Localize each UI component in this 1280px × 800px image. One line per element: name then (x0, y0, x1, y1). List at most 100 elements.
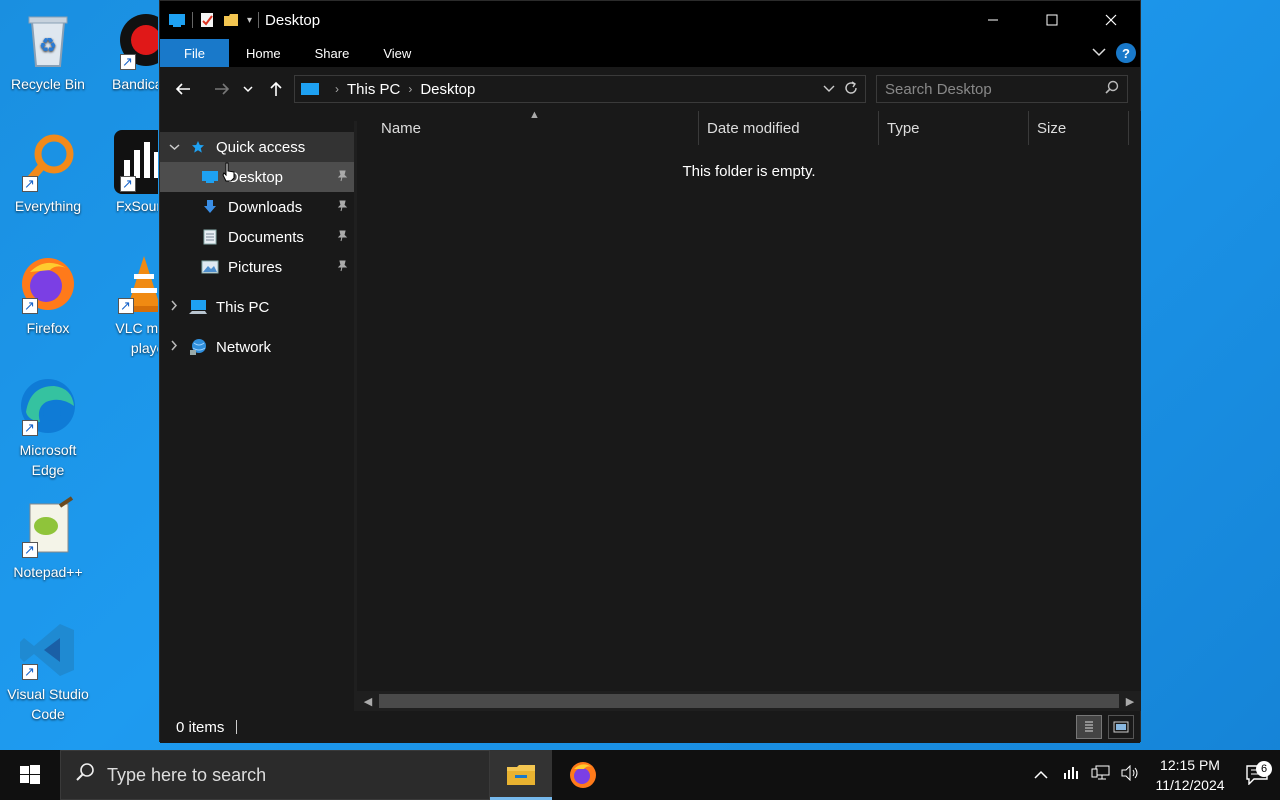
column-header-type[interactable]: Type (879, 111, 1029, 145)
scroll-left-icon[interactable]: ◀ (357, 695, 379, 708)
expand-ribbon-chevron-icon[interactable] (1092, 44, 1106, 62)
pin-icon[interactable] (336, 170, 348, 185)
tab-share[interactable]: Share (298, 39, 367, 67)
refresh-icon[interactable] (843, 80, 859, 99)
desktop-icon-label: Notepad++ (13, 564, 83, 580)
expand-chevron-right-icon[interactable] (160, 300, 188, 314)
maximize-icon (1046, 14, 1057, 26)
up-button[interactable] (261, 74, 291, 104)
address-history-chevron-icon[interactable] (823, 80, 835, 99)
pin-icon[interactable] (336, 200, 348, 215)
desktop-icon-vscode[interactable]: Visual Studio Code (0, 618, 96, 724)
window-controls (963, 1, 1140, 39)
horizontal-scrollbar[interactable]: ◀ ▶ (357, 691, 1141, 711)
help-button[interactable]: ? (1116, 43, 1136, 63)
properties-icon[interactable] (199, 12, 217, 28)
new-folder-icon[interactable] (223, 12, 241, 28)
address-bar[interactable]: › This PC › Desktop (294, 75, 866, 103)
expand-chevron-down-icon[interactable] (160, 140, 188, 154)
desktop-icon-label: FxSound (116, 198, 158, 214)
desktop-icon-label: Everything (14, 198, 82, 214)
breadcrumb-separator[interactable]: › (408, 82, 412, 96)
details-view-icon (1085, 721, 1093, 732)
back-arrow-icon (175, 83, 190, 95)
breadcrumb-this-pc[interactable]: This PC (347, 81, 400, 98)
tree-item-label: Documents (228, 228, 304, 246)
title-bar[interactable]: ▾ Desktop (160, 1, 1140, 39)
scroll-right-icon[interactable]: ▶ (1119, 695, 1141, 708)
file-list-area[interactable]: ▲ Name Date modified Type Size This fold… (357, 109, 1141, 711)
volume-icon[interactable] (1116, 764, 1146, 785)
network-status-icon[interactable] (1086, 765, 1116, 785)
ribbon-right-controls: ? (1092, 43, 1136, 63)
column-label: Size (1037, 119, 1067, 137)
breadcrumb-desktop[interactable]: Desktop (420, 81, 475, 98)
details-view-button[interactable] (1076, 715, 1102, 739)
column-header-date-modified[interactable]: Date modified (699, 111, 879, 145)
tree-item-desktop[interactable]: Desktop (160, 162, 354, 192)
window-title: Desktop (265, 11, 321, 29)
system-tray: 12:15 PM 11/12/2024 6 (1026, 750, 1280, 800)
column-header-name[interactable]: Name (373, 111, 699, 145)
expand-chevron-right-icon[interactable] (160, 340, 188, 354)
minimize-button[interactable] (963, 1, 1022, 39)
desktop-icon-bandicam[interactable]: Bandicam (96, 8, 158, 94)
pin-icon[interactable] (336, 230, 348, 245)
column-header-size[interactable]: Size (1029, 111, 1129, 145)
tree-item-network[interactable]: Network (160, 332, 354, 362)
tab-view[interactable]: View (366, 39, 428, 67)
taskbar-search-box[interactable]: Type here to search (60, 750, 490, 800)
close-button[interactable] (1081, 1, 1140, 39)
taskbar-firefox[interactable] (552, 750, 614, 800)
tree-item-quick-access[interactable]: Quick access (160, 132, 354, 162)
desktop-icon-label: Bandicam (112, 76, 158, 92)
clock-time: 12:15 PM (1160, 757, 1220, 773)
search-box[interactable]: Search Desktop (876, 75, 1128, 103)
start-button[interactable] (0, 750, 60, 800)
clock-date: 11/12/2024 (1155, 777, 1225, 793)
desktop-icon-vlc[interactable]: VLC media player (96, 252, 158, 358)
taskbar-file-explorer[interactable] (490, 750, 552, 800)
tree-item-downloads[interactable]: Downloads (160, 192, 354, 222)
back-button[interactable] (168, 74, 198, 104)
firefox-icon (16, 252, 80, 316)
large-icons-view-button[interactable] (1108, 715, 1134, 739)
customize-toolbar-dropdown-icon[interactable]: ▾ (247, 15, 252, 26)
file-explorer-window: ▾ Desktop File Home Share View ? › This … (159, 0, 1141, 743)
svg-text:♻: ♻ (39, 33, 57, 57)
window-app-icon[interactable] (168, 12, 186, 28)
desktop-icon-label: VLC media player (115, 320, 158, 356)
tree-item-pictures[interactable]: Pictures (160, 252, 354, 282)
tree-item-this-pc[interactable]: This PC (160, 292, 354, 322)
tab-home[interactable]: Home (229, 39, 298, 67)
scrollbar-thumb[interactable] (379, 694, 1119, 708)
fxsound-tray-icon[interactable] (1056, 766, 1086, 784)
tab-file[interactable]: File (160, 39, 229, 67)
recent-locations-button[interactable] (239, 74, 257, 104)
file-explorer-icon (507, 765, 535, 785)
tree-item-documents[interactable]: Documents (160, 222, 354, 252)
desktop-icon-label: Visual Studio Code (7, 686, 89, 722)
minimize-icon (987, 19, 998, 21)
desktop-icon-fxsound[interactable]: FxSound (96, 130, 158, 216)
desktop-icon-notepadpp[interactable]: Notepad++ (0, 496, 96, 582)
show-hidden-icons-chevron-icon[interactable] (1026, 767, 1056, 784)
toolbar-separator (258, 12, 260, 28)
fxsound-icon (114, 130, 158, 194)
forward-button[interactable] (207, 74, 237, 104)
desktop-icon-edge[interactable]: Microsoft Edge (0, 374, 96, 480)
shortcut-arrow-icon (22, 296, 38, 316)
document-icon (200, 229, 220, 245)
pin-icon[interactable] (336, 260, 348, 275)
desktop-icon-everything[interactable]: Everything (0, 130, 96, 216)
breadcrumb-separator[interactable]: › (335, 82, 339, 96)
shortcut-arrow-icon (22, 418, 38, 438)
item-count: 0 items (176, 718, 225, 736)
desktop-icon-label: Microsoft Edge (19, 442, 77, 478)
maximize-button[interactable] (1022, 1, 1081, 39)
clock[interactable]: 12:15 PM 11/12/2024 (1146, 755, 1234, 795)
action-center-button[interactable]: 6 (1234, 761, 1280, 785)
column-label: Date modified (707, 119, 800, 137)
desktop-icon-firefox[interactable]: Firefox (0, 252, 96, 338)
desktop-icon-recycle-bin[interactable]: ♻ Recycle Bin (0, 8, 96, 94)
